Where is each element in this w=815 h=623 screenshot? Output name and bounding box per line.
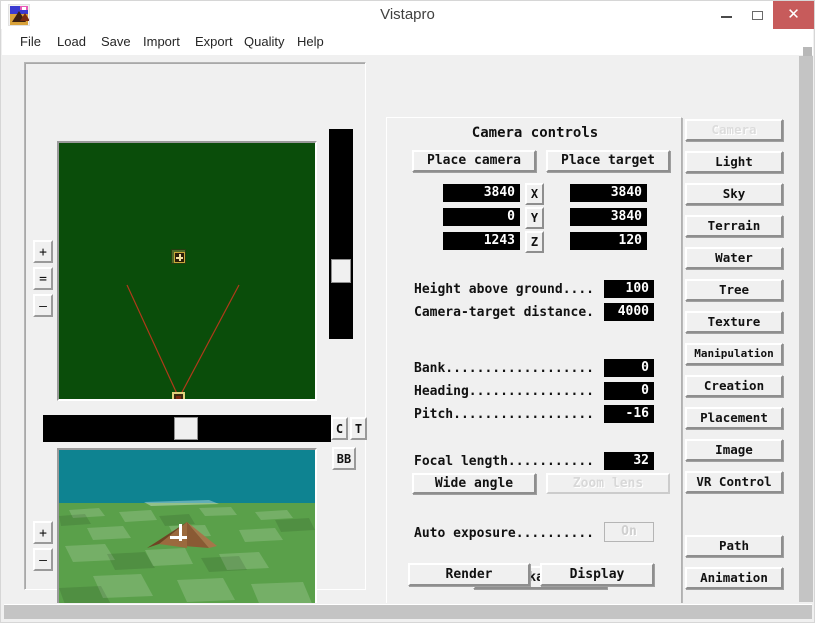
sidebar-item-manipulation[interactable]: Manipulation: [685, 343, 783, 365]
horizontal-scrollbar[interactable]: [4, 604, 812, 619]
bank-field[interactable]: 0: [604, 359, 654, 377]
map-zoom-buttons: + = –: [33, 240, 53, 321]
camera-controls-panel: Camera controls Place camera Place targe…: [386, 117, 682, 603]
pitch-field[interactable]: -16: [604, 405, 654, 423]
window-title: Vistapro: [380, 6, 435, 23]
map-vertical-slider[interactable]: [329, 129, 353, 339]
camera-y-field[interactable]: 0: [443, 208, 520, 226]
preview-zoom-out-button[interactable]: –: [33, 548, 53, 571]
minimize-button[interactable]: [711, 1, 742, 29]
preview-terrain-render: [59, 500, 315, 603]
close-button[interactable]: ✕: [773, 1, 814, 29]
map-vertical-slider-thumb[interactable]: [331, 259, 351, 283]
scroll-corner: [803, 47, 812, 56]
pitch-label: Pitch..................: [414, 407, 595, 422]
focal-length-field[interactable]: 32: [604, 452, 654, 470]
menu-item-help[interactable]: Help: [290, 29, 331, 55]
target-z-field[interactable]: 120: [570, 232, 647, 250]
client-area: + = – C T BB + – Camera controls Place c…: [2, 55, 813, 603]
zoom-lens-button: Zoom lens: [546, 473, 670, 494]
heading-field[interactable]: 0: [604, 382, 654, 400]
sidebar-item-water[interactable]: Water: [685, 247, 783, 269]
terrain-3d-preview[interactable]: [57, 448, 317, 603]
camera-x-field[interactable]: 3840: [443, 184, 520, 202]
terrain-map-view[interactable]: [57, 141, 317, 401]
maximize-button[interactable]: [742, 1, 773, 29]
target-marker[interactable]: [171, 249, 186, 264]
place-camera-button[interactable]: Place camera: [412, 150, 536, 172]
menu-bar: File Load Save Import Export Quality Hel…: [2, 29, 813, 56]
title-bar: Vistapro ✕: [1, 1, 814, 29]
map-horizontal-slider-thumb[interactable]: [174, 417, 198, 440]
mode-sidebar: Camera Light Sky Terrain Water Tree Text…: [685, 117, 783, 597]
menu-item-save[interactable]: Save: [94, 29, 138, 55]
focal-length-label: Focal length...........: [414, 454, 595, 469]
auto-exposure-label: Auto exposure..........: [414, 526, 595, 541]
wide-angle-button[interactable]: Wide angle: [412, 473, 536, 494]
maximize-icon: [752, 11, 763, 20]
sidebar-item-placement[interactable]: Placement: [685, 407, 783, 429]
render-button[interactable]: Render: [408, 563, 530, 586]
heading-label: Heading................: [414, 384, 595, 399]
close-icon: ✕: [787, 6, 800, 23]
menu-item-file[interactable]: File: [13, 29, 48, 55]
sidebar-item-sky[interactable]: Sky: [685, 183, 783, 205]
camera-z-field[interactable]: 1243: [443, 232, 520, 250]
sidebar-item-image[interactable]: Image: [685, 439, 783, 461]
sidebar-item-camera: Camera: [685, 119, 783, 141]
place-target-button[interactable]: Place target: [546, 150, 670, 172]
sidebar-item-animation[interactable]: Animation: [685, 567, 783, 589]
camera-marker[interactable]: [172, 392, 185, 399]
auto-exposure-field: On: [604, 522, 654, 542]
target-x-field[interactable]: 3840: [570, 184, 647, 202]
map-zoom-in-button[interactable]: +: [33, 240, 53, 263]
camera-target-distance-field[interactable]: 4000: [604, 303, 654, 321]
bank-label: Bank...................: [414, 361, 595, 376]
map-zoom-reset-button[interactable]: =: [33, 267, 53, 290]
camera-target-distance-label: Camera-target distance.: [414, 305, 595, 320]
height-above-ground-field[interactable]: 100: [604, 280, 654, 298]
axis-y-button[interactable]: Y: [525, 207, 544, 229]
axis-x-button[interactable]: X: [525, 183, 544, 205]
sidebar-item-vr-control[interactable]: VR Control: [685, 471, 783, 493]
target-mode-button[interactable]: T: [350, 417, 367, 440]
map-horizontal-slider[interactable]: [43, 415, 331, 442]
preview-crosshair-vertical: [178, 524, 182, 542]
bb-button[interactable]: BB: [332, 447, 356, 470]
preview-zoom-buttons: + –: [33, 521, 53, 575]
menu-item-import[interactable]: Import: [136, 29, 187, 55]
height-above-ground-label: Height above ground....: [414, 282, 595, 297]
vertical-scrollbar[interactable]: [799, 56, 813, 602]
menu-item-quality[interactable]: Quality: [237, 29, 291, 55]
sidebar-item-tree[interactable]: Tree: [685, 279, 783, 301]
menu-item-load[interactable]: Load: [50, 29, 93, 55]
map-zoom-out-button[interactable]: –: [33, 294, 53, 317]
sidebar-item-light[interactable]: Light: [685, 151, 783, 173]
display-button[interactable]: Display: [540, 563, 654, 586]
sidebar-item-terrain[interactable]: Terrain: [685, 215, 783, 237]
sidebar-item-path[interactable]: Path: [685, 535, 783, 557]
preview-zoom-in-button[interactable]: +: [33, 521, 53, 544]
minimize-icon: [721, 16, 732, 18]
application-window: Vistapro ✕ File Load Save Import Export …: [0, 0, 815, 623]
camera-mode-button[interactable]: C: [331, 417, 348, 440]
menu-item-export[interactable]: Export: [188, 29, 240, 55]
sidebar-item-texture[interactable]: Texture: [685, 311, 783, 333]
sidebar-item-creation[interactable]: Creation: [685, 375, 783, 397]
panel-title: Camera controls: [471, 125, 599, 141]
axis-z-button[interactable]: Z: [525, 231, 544, 253]
field-of-view-lines: [126, 284, 240, 397]
target-y-field[interactable]: 3840: [570, 208, 647, 226]
work-area: + = – C T BB + – Camera controls Place c…: [2, 55, 798, 603]
